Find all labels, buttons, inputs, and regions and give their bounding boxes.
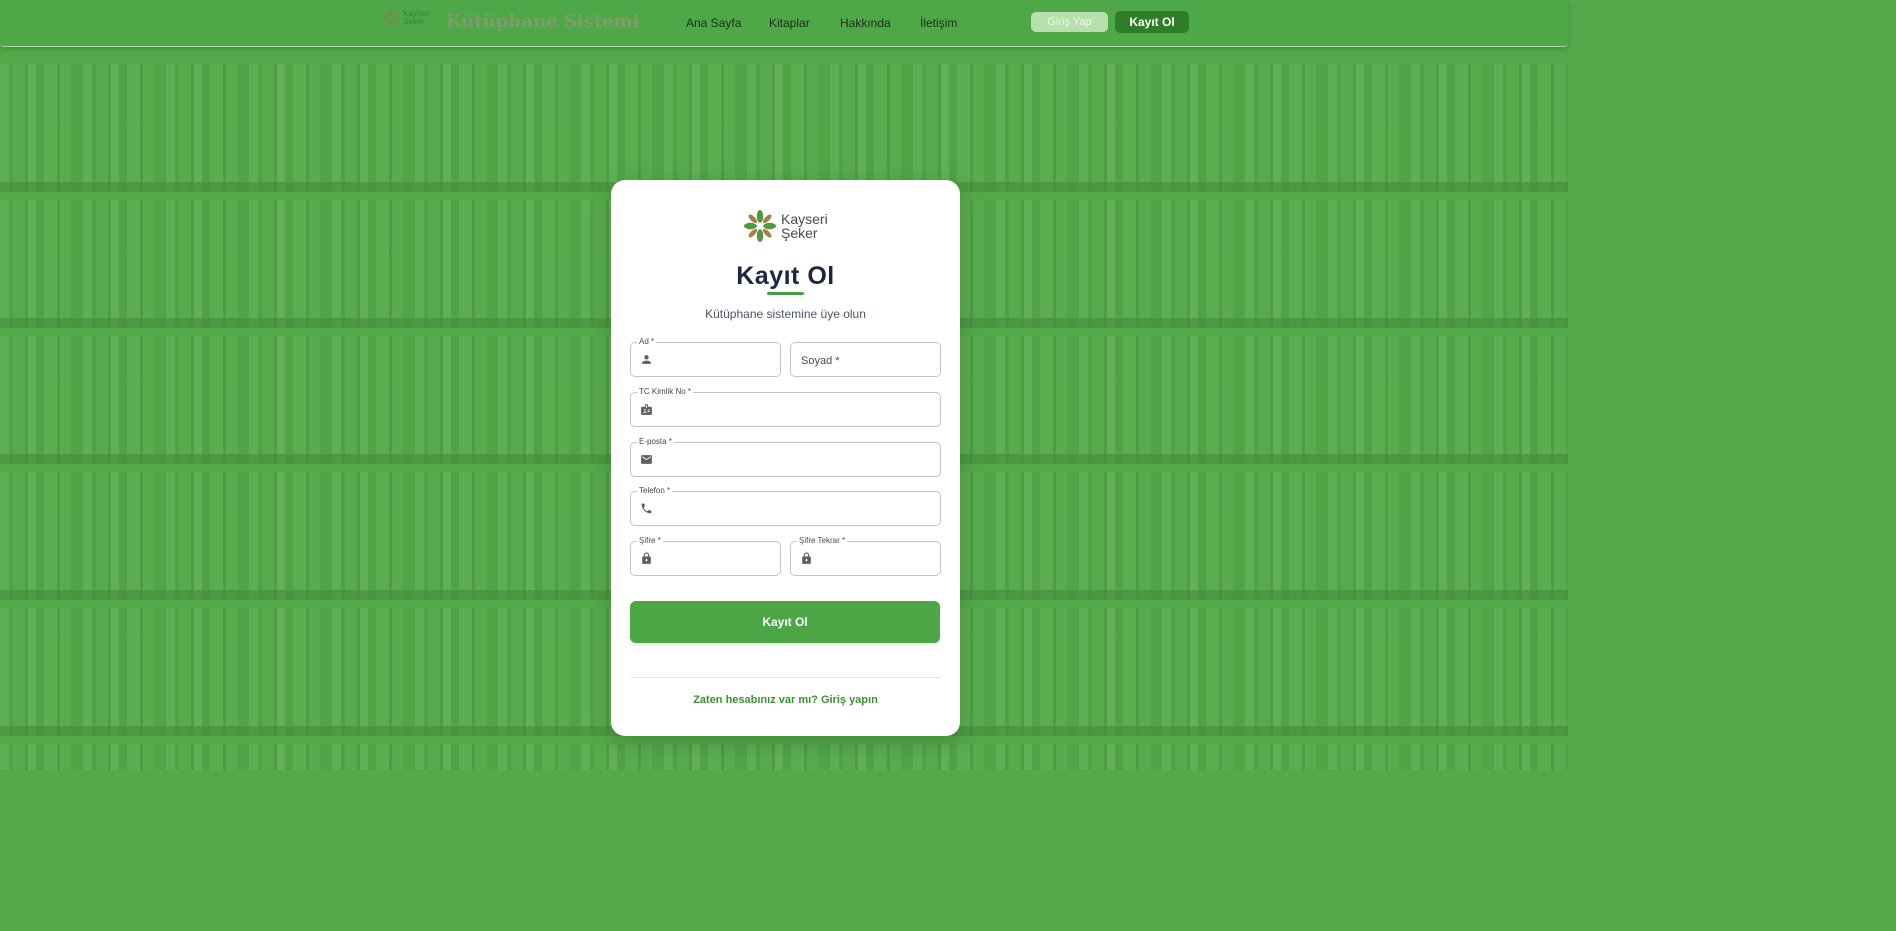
register-nav-button[interactable]: Kayıt Ol — [1115, 11, 1189, 33]
brand-logo-line2: Şeker — [403, 17, 424, 26]
first-name-input[interactable] — [659, 349, 774, 372]
nav-link-contact[interactable]: İletişim — [920, 16, 957, 30]
first-name-field: Ad * — [630, 337, 781, 377]
first-name-label: Ad * — [637, 337, 657, 346]
tc-no-input[interactable] — [659, 399, 934, 422]
password-repeat-label: Şifre Tekrar * — [797, 536, 848, 545]
password-repeat-field: Şifre Tekrar * — [790, 536, 941, 576]
password-label: Şifre * — [637, 536, 663, 545]
phone-icon — [641, 503, 652, 514]
card-logo: Kayseri Şeker — [744, 210, 828, 242]
phone-field: Telefon * — [630, 486, 941, 526]
nav-link-books[interactable]: Kitaplar — [769, 16, 810, 30]
phone-input[interactable] — [659, 498, 934, 521]
flower-logo-icon — [744, 210, 776, 242]
top-navbar: Kayseri Şeker Kütüphane Sistemi Ana Sayf… — [0, 0, 1568, 47]
last-name-field — [790, 342, 941, 377]
register-submit-button[interactable]: Kayıt Ol — [630, 601, 940, 643]
id-badge-icon — [641, 404, 652, 415]
register-card: Kayseri Şeker Kayıt Ol Kütüphane sistemi… — [611, 180, 960, 736]
last-name-input[interactable] — [799, 349, 934, 372]
phone-label: Telefon * — [637, 486, 673, 495]
lock-icon — [642, 552, 651, 564]
email-input[interactable] — [659, 449, 934, 472]
tc-no-label: TC Kimlik No * — [637, 387, 694, 396]
divider — [630, 677, 940, 678]
email-field: E-posta * — [630, 437, 941, 477]
tc-no-field: TC Kimlik No * — [630, 387, 941, 427]
mail-icon — [641, 455, 652, 464]
nav-link-about[interactable]: Hakkında — [840, 16, 891, 30]
flower-logo-icon — [383, 10, 399, 26]
page-subtitle: Kütüphane sistemine üye olun — [705, 307, 866, 321]
nav-link-home[interactable]: Ana Sayfa — [686, 16, 741, 30]
password-input[interactable] — [659, 548, 774, 571]
login-button[interactable]: Giriş Yap — [1031, 12, 1108, 32]
lock-icon — [802, 552, 811, 564]
brand-title[interactable]: Kütüphane Sistemi — [446, 11, 640, 32]
page-title: Kayıt Ol — [736, 262, 835, 290]
card-logo-line1: Kayseri — [781, 211, 828, 227]
login-link[interactable]: Zaten hesabınız var mı? Giriş yapın — [611, 694, 960, 706]
card-logo-line2: Şeker — [781, 225, 818, 241]
password-repeat-input[interactable] — [819, 548, 934, 571]
brand-logo[interactable]: Kayseri Şeker — [383, 10, 430, 26]
email-label: E-posta * — [637, 437, 674, 446]
password-field: Şifre * — [630, 536, 781, 576]
person-icon — [642, 355, 651, 364]
title-underline — [767, 292, 804, 295]
